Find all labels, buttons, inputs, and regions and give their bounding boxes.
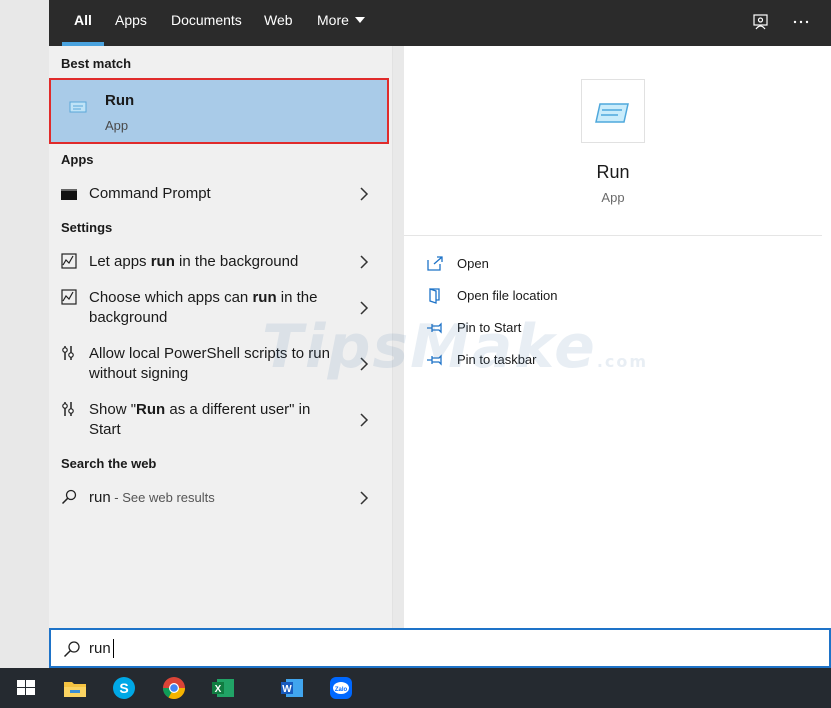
pin-icon (426, 351, 444, 369)
best-match-run[interactable]: Run App (49, 78, 389, 144)
best-match-title: Run (105, 92, 135, 109)
settings-heading: Settings (61, 220, 113, 235)
preview-subtitle: App (601, 190, 625, 205)
chevron-right-icon[interactable] (359, 491, 369, 505)
list-item-command-prompt[interactable]: Command Prompt (49, 182, 389, 206)
list-item-setting[interactable]: Choose which apps can run in the backgro… (49, 286, 389, 330)
chevron-right-icon[interactable] (359, 301, 369, 315)
tab-web[interactable]: Web (264, 0, 293, 46)
more-options-icon[interactable] (789, 10, 813, 34)
feedback-icon[interactable] (749, 10, 773, 34)
open-icon (426, 255, 444, 273)
tab-more[interactable]: More (317, 0, 365, 46)
tab-all[interactable]: All (62, 0, 104, 46)
list-item-setting[interactable]: Allow local PowerShell scripts to run wi… (49, 342, 389, 386)
word-icon[interactable]: W (276, 672, 308, 704)
tab-apps[interactable]: Apps (115, 0, 147, 46)
divider (404, 235, 822, 236)
command-prompt-icon (61, 186, 77, 202)
search-tabs-bar: All Apps Documents Web More (49, 0, 831, 46)
chevron-down-icon (354, 17, 365, 23)
developer-settings-icon (61, 401, 77, 417)
activity-chart-icon (61, 253, 77, 269)
developer-settings-icon (61, 345, 77, 361)
zalo-icon[interactable]: Zalo (325, 672, 357, 704)
search-box[interactable]: run (49, 628, 831, 668)
results-pane: Best match Run App Apps Command Prompt S… (49, 46, 393, 628)
pin-to-start-label: Pin to Start (457, 320, 522, 335)
best-match-heading: Best match (61, 56, 132, 71)
tab-more-label: More (317, 12, 349, 28)
open-file-location-label: Open file location (457, 288, 558, 303)
activity-chart-icon (61, 289, 77, 305)
web-search-label: run - See web results (89, 489, 215, 506)
chevron-right-icon[interactable] (359, 357, 369, 371)
search-web-heading: Search the web (61, 456, 157, 471)
svg-text:Zalo: Zalo (335, 687, 348, 693)
file-location-icon (426, 287, 444, 305)
setting-label: Choose which apps can run in the backgro… (89, 289, 318, 326)
open-label: Open (457, 256, 489, 271)
search-icon (61, 489, 77, 505)
svg-text:W: W (282, 684, 292, 695)
chevron-right-icon[interactable] (359, 255, 369, 269)
search-icon (63, 640, 81, 658)
chevron-right-icon[interactable] (359, 187, 369, 201)
file-explorer-icon[interactable] (59, 672, 91, 704)
preview-pane: Run App Open Open file location Pin to S… (404, 46, 831, 628)
desktop-background (0, 0, 49, 668)
svg-text:X: X (215, 684, 222, 695)
list-item-setting[interactable]: Show "Run as a different user" in Start (49, 398, 389, 442)
pin-to-taskbar-label: Pin to taskbar (457, 352, 537, 367)
taskbar: S X W Zalo (0, 668, 831, 708)
excel-icon[interactable]: X (207, 672, 239, 704)
chrome-icon[interactable] (158, 672, 190, 704)
chevron-right-icon[interactable] (359, 413, 369, 427)
setting-label: Let apps run in the background (89, 253, 299, 270)
skype-icon[interactable]: S (108, 672, 140, 704)
preview-title: Run (596, 162, 630, 182)
apps-heading: Apps (61, 152, 94, 167)
setting-label: Allow local PowerShell scripts to run wi… (89, 345, 330, 382)
text-cursor (113, 639, 114, 658)
search-input[interactable]: run (89, 640, 111, 657)
run-app-icon (69, 98, 91, 116)
setting-label: Show "Run as a different user" in Start (89, 401, 311, 438)
windows-start-icon[interactable] (10, 672, 42, 704)
tab-documents[interactable]: Documents (171, 0, 242, 46)
run-app-large-icon (581, 79, 645, 143)
pin-icon (426, 319, 444, 337)
list-item-setting[interactable]: Let apps run in the background (49, 250, 389, 274)
command-prompt-label: Command Prompt (89, 185, 211, 202)
svg-text:S: S (119, 680, 128, 696)
best-match-subtitle: App (105, 118, 129, 133)
list-item-web-search[interactable]: run - See web results (49, 486, 389, 510)
